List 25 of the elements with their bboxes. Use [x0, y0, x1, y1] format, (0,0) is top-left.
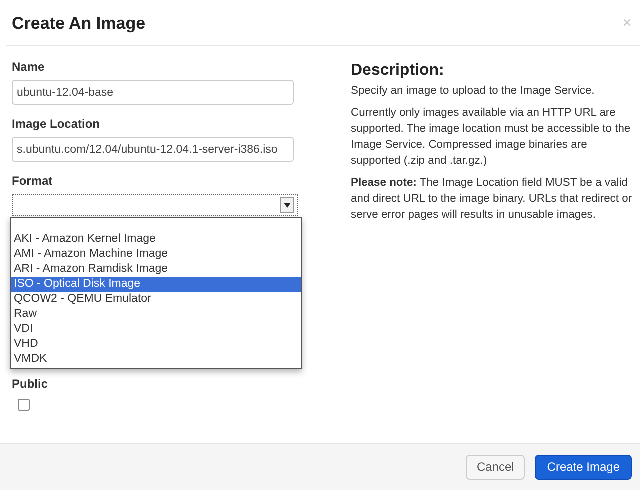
dropdown-option[interactable]: VDI — [11, 322, 301, 337]
checkbox[interactable] — [18, 399, 30, 411]
dropdown-option[interactable]: AKI - Amazon Kernel Image — [11, 232, 301, 247]
field-label: Image Location — [12, 117, 102, 131]
dropdown-option[interactable]: ISO - Optical Disk Image — [11, 277, 301, 292]
dropdown-option[interactable]: VHD — [11, 337, 301, 352]
dropdown-option[interactable]: AMI - Amazon Machine Image — [11, 247, 301, 262]
format-select[interactable] — [12, 194, 298, 216]
create-button[interactable]: Create Image — [535, 454, 632, 480]
dialog-title: Create An Image — [12, 14, 146, 34]
input-field[interactable]: ubuntu-12.04-base — [12, 80, 294, 105]
dropdown-option[interactable]: ARI - Amazon Ramdisk Image — [11, 262, 301, 277]
cancel-button[interactable]: Cancel — [466, 454, 526, 480]
description-text: Currently only images available via an HTTP URL are supported. The image location must be accessible to the Image Service. Compressed image binaries are supported (.zip and .tar.gz.) — [351, 106, 632, 169]
dropdown-option[interactable]: Raw — [11, 307, 301, 322]
description-text: Please note: The Image Location field MUST be a valid and direct URL to the image binary. URLs that redirect or serve error pages will results in unusable images. — [351, 176, 634, 223]
caret-icon — [280, 197, 294, 213]
field-label: Public — [12, 377, 50, 391]
field-label: Name — [12, 60, 46, 74]
dropdown-option[interactable]: QCOW2 - QEMU Emulator — [11, 292, 301, 307]
description-heading: Description: — [351, 62, 446, 80]
description-text: Specify an image to upload to the Image Service. — [351, 84, 596, 99]
field-label: Format — [12, 174, 54, 188]
input-field[interactable]: s.ubuntu.com/12.04/ubuntu-12.04.1-server-i386.iso — [12, 137, 294, 162]
dropdown-option[interactable]: VMDK — [11, 352, 301, 367]
